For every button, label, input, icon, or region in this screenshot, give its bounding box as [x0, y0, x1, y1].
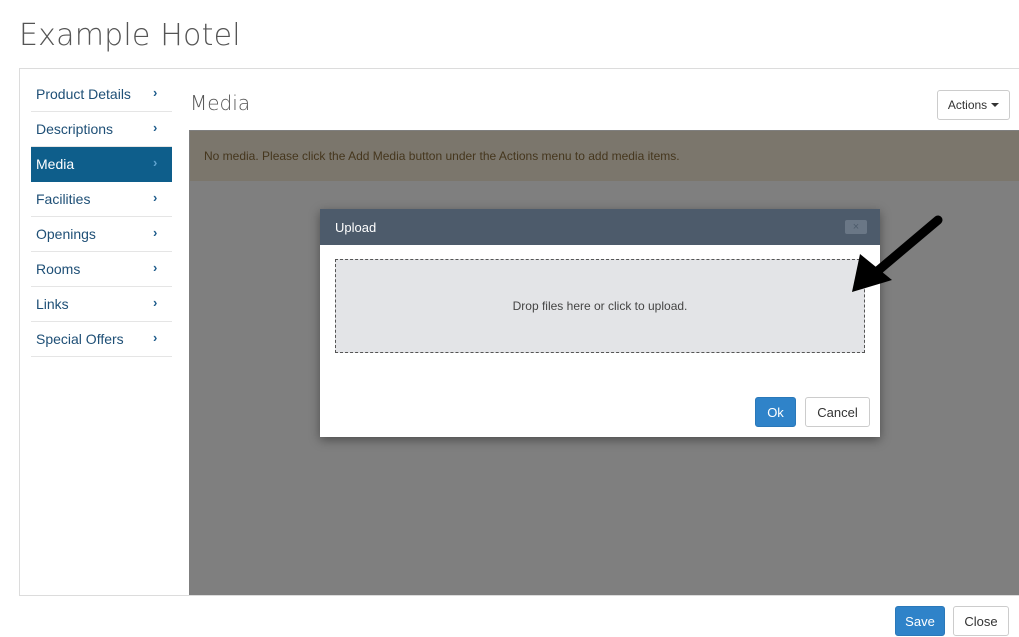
- arrow-icon: [852, 215, 943, 292]
- sidebar-item-rooms[interactable]: Rooms ›: [31, 252, 172, 287]
- actions-label: Actions: [947, 98, 988, 112]
- chevron-right-icon: ›: [153, 295, 158, 310]
- chevron-right-icon: ›: [153, 225, 158, 240]
- chevron-right-icon: ›: [153, 190, 158, 205]
- sidebar-item-openings[interactable]: Openings ›: [31, 217, 172, 252]
- chevron-right-icon: ›: [153, 155, 158, 170]
- chevron-right-icon: ›: [153, 260, 158, 275]
- actions-dropdown-button[interactable]: Actions: [937, 90, 1010, 120]
- dialog-title: Upload: [335, 220, 377, 235]
- sidebar-item-label: Facilities: [36, 191, 91, 207]
- dropzone-text: Drop files here or click to upload.: [512, 299, 688, 313]
- page-title: Example Hotel: [19, 18, 241, 53]
- dialog-header: Upload ×: [320, 209, 880, 245]
- sidebar-item-label: Product Details: [36, 86, 131, 102]
- ok-button[interactable]: Ok: [755, 397, 796, 427]
- chevron-right-icon: ›: [153, 330, 158, 345]
- upload-dialog: Upload × Drop files here or click to upl…: [320, 209, 880, 437]
- sidebar-item-label: Openings: [36, 226, 96, 242]
- sidebar-item-media[interactable]: Media ›: [31, 147, 172, 182]
- sidebar: Product Details › Descriptions › Media ›…: [31, 77, 172, 357]
- sidebar-item-product-details[interactable]: Product Details ›: [31, 77, 172, 112]
- save-button[interactable]: Save: [895, 606, 945, 636]
- sidebar-item-links[interactable]: Links ›: [31, 287, 172, 322]
- close-button[interactable]: Close: [953, 606, 1009, 636]
- sidebar-item-label: Descriptions: [36, 121, 114, 137]
- sidebar-item-facilities[interactable]: Facilities ›: [31, 182, 172, 217]
- caret-down-icon: [991, 103, 1000, 107]
- sidebar-item-special-offers[interactable]: Special Offers ›: [31, 322, 172, 357]
- footer-bar: Save Close: [19, 595, 1019, 637]
- sidebar-item-descriptions[interactable]: Descriptions ›: [31, 112, 172, 147]
- chevron-right-icon: ›: [153, 120, 158, 135]
- sidebar-item-label: Links: [36, 296, 69, 312]
- chevron-right-icon: ›: [153, 85, 158, 100]
- cancel-button[interactable]: Cancel: [805, 397, 870, 427]
- sidebar-item-label: Rooms: [36, 261, 81, 277]
- file-dropzone[interactable]: Drop files here or click to upload.: [335, 259, 865, 353]
- sidebar-item-label: Special Offers: [36, 331, 124, 347]
- sidebar-item-label: Media: [36, 156, 75, 172]
- section-title: Media: [190, 91, 251, 115]
